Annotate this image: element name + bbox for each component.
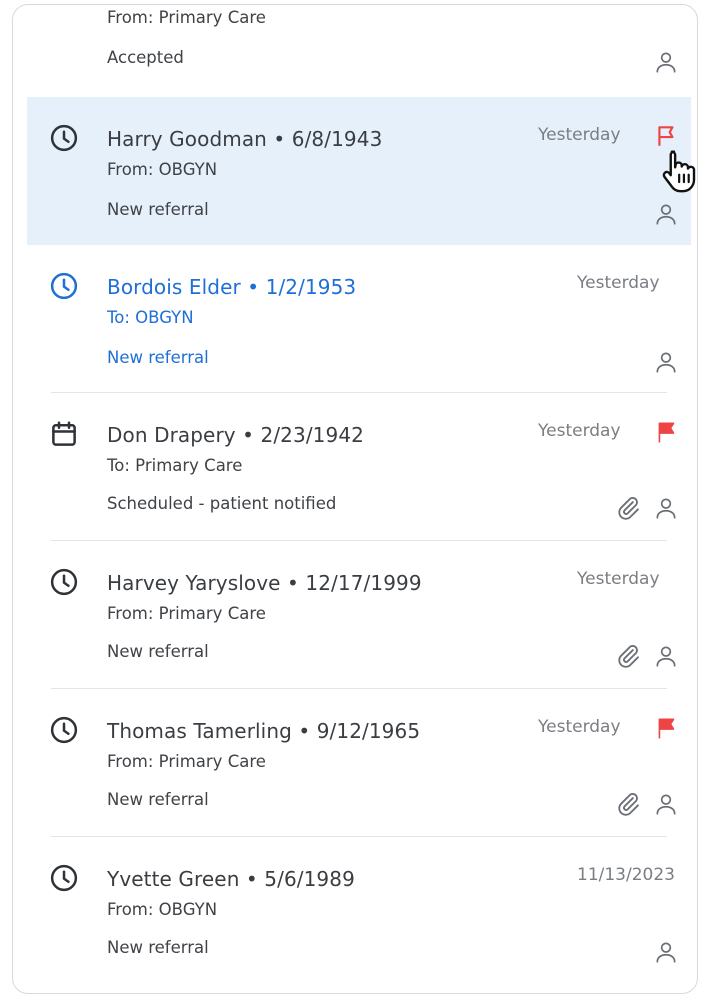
clock-icon (50, 124, 78, 152)
person-icon[interactable] (653, 201, 679, 227)
referral-list: From: Primary Care Accepted Harry Goodma… (12, 4, 698, 994)
hand-pointer-cursor-icon (662, 150, 696, 193)
person-icon[interactable] (653, 349, 679, 375)
referral-status: New referral (107, 200, 209, 219)
referral-item[interactable]: Yvette Green • 5/6/1989 From: OBGYN New … (27, 837, 691, 985)
referral-date: 11/13/2023 (577, 865, 675, 885)
clock-icon (50, 272, 78, 300)
referral-item[interactable]: Thomas Tamerling • 9/12/1965 From: Prima… (27, 689, 691, 837)
referral-date: Yesterday (538, 717, 621, 737)
person-icon[interactable] (653, 939, 679, 965)
patient-name-dob: Don Drapery • 2/23/1942 (107, 423, 364, 447)
patient-name-dob: Harvey Yaryslove • 12/17/1999 (107, 571, 422, 595)
referral-item-selected[interactable]: Harry Goodman • 6/8/1943 From: OBGYN New… (27, 97, 696, 245)
flag-outline-icon[interactable] (654, 123, 680, 149)
person-icon[interactable] (653, 49, 679, 75)
person-icon[interactable] (653, 495, 679, 521)
clock-icon (50, 864, 78, 892)
referral-item[interactable]: Don Drapery • 2/23/1942 To: Primary Care… (27, 393, 691, 541)
patient-name-dob: Thomas Tamerling • 9/12/1965 (107, 719, 421, 743)
referral-source: From: OBGYN (107, 160, 218, 179)
referral-status: New referral (107, 642, 209, 661)
paperclip-icon[interactable] (615, 495, 641, 521)
referral-item[interactable]: Bordois Elder • 1/2/1953 To: OBGYN New r… (27, 245, 691, 393)
referral-item[interactable]: Harvey Yaryslove • 12/17/1999 From: Prim… (27, 541, 691, 689)
referral-date: Yesterday (577, 273, 660, 293)
referral-source: To: Primary Care (107, 456, 243, 475)
paperclip-icon[interactable] (615, 643, 641, 669)
referral-item[interactable]: From: Primary Care Accepted (27, 5, 691, 97)
referral-source: From: OBGYN (107, 900, 218, 919)
referral-status: Scheduled - patient notified (107, 494, 337, 513)
person-icon[interactable] (653, 643, 679, 669)
referral-date: Yesterday (577, 569, 660, 589)
calendar-icon (52, 421, 76, 446)
referral-status: New referral (107, 790, 209, 809)
referral-source: From: Primary Care (107, 604, 266, 623)
referral-source: From: Primary Care (107, 752, 266, 771)
referral-source: From: Primary Care (107, 8, 266, 27)
patient-name-dob: Bordois Elder • 1/2/1953 (107, 275, 357, 299)
referral-status: New referral (107, 348, 209, 367)
referral-status: New referral (107, 938, 209, 957)
clock-icon (50, 716, 78, 744)
paperclip-icon[interactable] (615, 791, 641, 817)
referral-source: To: OBGYN (107, 308, 194, 327)
referral-status: Accepted (107, 48, 184, 67)
flag-filled-icon[interactable] (654, 715, 680, 741)
referral-date: Yesterday (538, 125, 621, 145)
clock-icon (50, 568, 78, 596)
referral-date: Yesterday (538, 421, 621, 441)
flag-filled-icon[interactable] (654, 419, 680, 445)
patient-name-dob: Yvette Green • 5/6/1989 (107, 867, 355, 891)
person-icon[interactable] (653, 791, 679, 817)
patient-name-dob: Harry Goodman • 6/8/1943 (107, 127, 383, 151)
